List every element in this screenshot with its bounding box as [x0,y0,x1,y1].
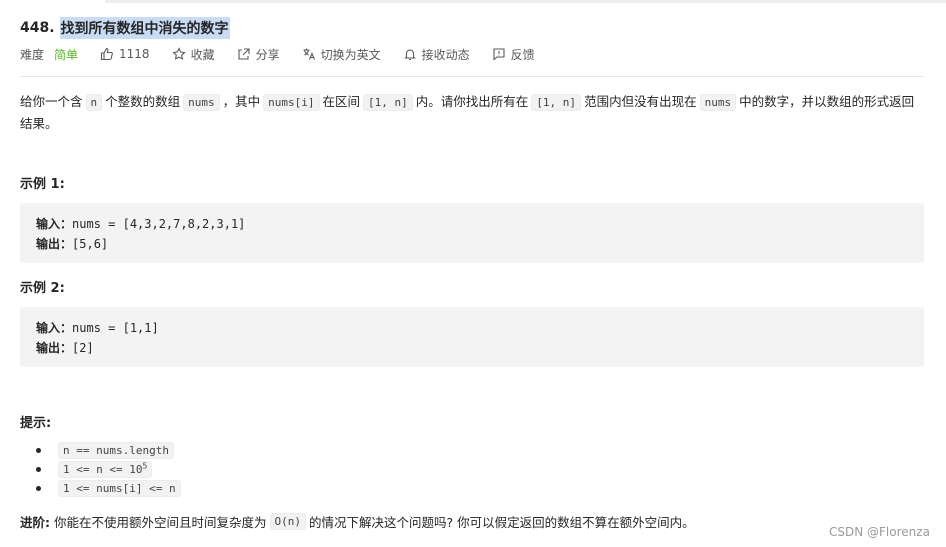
input-label: 输入： [36,321,73,335]
desc-text: 范围内但没有出现在 [584,94,697,109]
example-1-input: nums = [4,3,2,7,8,2,3,1] [72,217,246,231]
like-count: 1118 [119,47,150,61]
desc-text: ，其中 [222,94,261,109]
advanced-label: 进阶: [20,515,50,530]
problem-title: 448. 找到所有数组中消失的数字 [20,17,230,39]
desc-code: [1, n] [363,94,413,111]
example-2-output: [2] [72,341,94,355]
desc-text: 在区间 [322,94,361,109]
example-2-output-line: 输出：[2] [36,338,908,358]
feedback-label: 反馈 [510,47,535,62]
hint-code: 1 <= n <= 105 [58,461,153,478]
hint-code: n == nums.length [58,442,174,459]
desc-code: nums [699,94,737,111]
desc-code: [1, n] [531,94,582,111]
list-item: n == nums.length [36,441,181,460]
star-icon [171,47,186,60]
share-icon [238,48,250,60]
example-1-output-line: 输出：[5,6] [36,234,908,254]
hints-heading: 提示: [20,416,52,431]
example-2-input: nums = [1,1] [72,321,159,335]
example-1-heading: 示例 1: [20,177,65,192]
example-2-input-line: 输入：nums = [1,1] [36,318,908,338]
example-1-block: 输入：nums = [4,3,2,7,8,2,3,1] 输出：[5,6] [20,203,924,263]
output-label: 输出： [36,341,73,355]
list-item: 1 <= n <= 105 [36,460,181,479]
example-2-block: 输入：nums = [1,1] 输出：[2] [20,307,924,367]
bullet-dot [36,486,41,491]
share-button[interactable]: 分享 [237,46,280,63]
example-1-output: [5,6] [72,237,109,251]
notify-button[interactable]: 接收动态 [403,46,470,63]
header-divider [20,76,924,77]
problem-meta-bar: 难度 简单 1118 收藏 分享 切换为英文 接收动态 反馈 [20,46,557,62]
desc-code: nums[i] [263,94,320,111]
bullet-dot [36,448,41,453]
advanced-note: 进阶: 你能在不使用额外空间且时间复杂度为 O(n) 的情况下解决这个问题吗? … [20,512,695,531]
translate-button[interactable]: 切换为英文 [302,46,381,63]
bell-icon [403,49,416,61]
output-label: 输出： [36,237,73,251]
notify-label: 接收动态 [421,47,470,62]
bullet-dot [36,467,41,472]
desc-code: n [85,94,103,111]
example-1-input-line: 输入：nums = [4,3,2,7,8,2,3,1] [36,214,908,234]
difficulty-badge: 简单 [54,47,79,62]
input-label: 输入： [36,217,73,231]
hint-exponent: 5 [142,461,148,471]
translate-label: 切换为英文 [320,47,381,62]
feedback-button[interactable]: 反馈 [492,46,535,63]
hints-list: n == nums.length 1 <= n <= 105 1 <= nums… [36,441,181,498]
list-item: 1 <= nums[i] <= n [36,479,181,498]
desc-text: 个整数的数组 [105,94,181,109]
advanced-text: 你能在不使用额外空间且时间复杂度为 [54,515,267,530]
advanced-text: 的情况下解决这个问题吗? 你可以假定返回的数组不算在额外空间内。 [309,515,695,530]
favorite-label: 收藏 [190,47,215,62]
problem-title-text: 找到所有数组中消失的数字 [59,17,230,39]
favorite-button[interactable]: 收藏 [171,46,215,63]
like-button[interactable]: 1118 [100,47,150,61]
example-2-heading: 示例 2: [20,281,65,296]
hint-code: 1 <= nums[i] <= n [58,480,181,497]
top-scroll-edge [105,0,946,3]
translate-icon [303,48,315,60]
problem-description: 给你一个含 n 个整数的数组 nums ，其中 nums[i] 在区间 [1, n] 内。请你找… [20,91,926,134]
csdn-watermark: CSDN @Florenza [829,525,930,539]
advanced-code: O(n) [269,513,307,530]
desc-text: 内。请你找出所有在 [415,94,529,109]
desc-text: 给你一个含 [20,94,83,109]
share-label: 分享 [255,47,280,62]
desc-code: nums [183,94,220,111]
thumbs-up-icon [100,47,113,61]
hint-code-text: 1 <= n <= 10 [63,463,143,476]
difficulty-label: 难度 [20,47,45,62]
feedback-icon [493,48,505,61]
problem-number: 448. [20,20,55,36]
